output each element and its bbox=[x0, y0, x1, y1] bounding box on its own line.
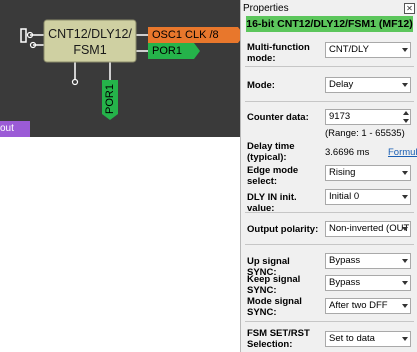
output-polarity-value: Non-inverted (OUT bbox=[329, 223, 410, 234]
block-label-line2: FSM1 bbox=[73, 43, 107, 57]
dly-in-label: DLY IN init. value: bbox=[247, 192, 297, 214]
fsm-label: FSM SET/RST Selection: bbox=[247, 328, 310, 350]
por-tag[interactable]: POR1 bbox=[148, 43, 194, 59]
formula-link[interactable]: Formul bbox=[388, 147, 417, 158]
mode-select[interactable]: Delay bbox=[325, 77, 411, 93]
schematic-canvas[interactable]: CNT12/DLY12/ FSM1 OSC1 CLK /8 POR1 POR1 … bbox=[0, 0, 240, 352]
chevron-down-icon bbox=[402, 195, 408, 199]
component-header: 16-bit CNT12/DLY12/FSM1 (MF12) bbox=[246, 16, 413, 32]
output-polarity-select[interactable]: Non-inverted (OUT bbox=[325, 221, 411, 237]
keep-sync-select[interactable]: Bypass bbox=[325, 275, 411, 291]
chevron-down-icon bbox=[402, 304, 408, 308]
properties-panel: Properties ✕ 16-bit CNT12/DLY12/FSM1 (MF… bbox=[240, 0, 417, 352]
chevron-down-icon bbox=[402, 281, 408, 285]
separator bbox=[245, 212, 414, 213]
fsm-value: Set to data bbox=[329, 333, 375, 344]
multi-function-select[interactable]: CNT/DLY bbox=[325, 42, 411, 58]
up-sync-select[interactable]: Bypass bbox=[325, 253, 411, 269]
up-sync-value: Bypass bbox=[329, 255, 361, 266]
mode-label: Mode: bbox=[247, 80, 275, 91]
mode-value: Delay bbox=[329, 79, 354, 90]
output-polarity-label: Output polarity: bbox=[247, 224, 319, 235]
edge-label: Edge mode select: bbox=[247, 165, 299, 187]
separator bbox=[245, 101, 414, 102]
block-label-line1: CNT12/DLY12/ bbox=[48, 27, 132, 41]
osc-clk-tag[interactable]: OSC1 CLK /8 bbox=[148, 27, 238, 43]
separator bbox=[245, 244, 414, 245]
edge-select[interactable]: Rising bbox=[325, 165, 411, 181]
separator bbox=[245, 321, 414, 322]
keep-sync-label: Keep signal SYNC: bbox=[247, 274, 301, 296]
fsm-select[interactable]: Set to data bbox=[325, 331, 411, 347]
chevron-down-icon bbox=[402, 171, 408, 175]
counter-value: 9173 bbox=[329, 111, 351, 122]
out-tag[interactable]: out bbox=[0, 121, 30, 137]
edge-value: Rising bbox=[329, 167, 356, 178]
keep-sync-value: Bypass bbox=[329, 277, 361, 288]
spin-up-icon[interactable] bbox=[403, 111, 409, 115]
multi-function-label: Multi-function mode: bbox=[247, 42, 310, 64]
chevron-down-icon bbox=[402, 337, 408, 341]
counter-spinbox[interactable]: 9173 bbox=[325, 109, 411, 125]
spin-down-icon[interactable] bbox=[403, 119, 409, 123]
mode-sync-value: After two DFF bbox=[329, 300, 388, 311]
counter-label: Counter data: bbox=[247, 112, 309, 123]
mode-sync-label: Mode signal SYNC: bbox=[247, 296, 302, 318]
block-label[interactable]: CNT12/DLY12/ FSM1 bbox=[44, 26, 136, 58]
separator bbox=[245, 66, 414, 67]
por-vertical-tag[interactable]: POR1 bbox=[102, 84, 118, 114]
chevron-down-icon bbox=[402, 83, 408, 87]
dly-in-select[interactable]: Initial 0 bbox=[325, 189, 411, 205]
chevron-down-icon bbox=[402, 259, 408, 263]
chevron-down-icon bbox=[402, 48, 408, 52]
multi-function-value: CNT/DLY bbox=[329, 44, 369, 55]
dly-in-value: Initial 0 bbox=[329, 191, 360, 202]
close-icon[interactable]: ✕ bbox=[404, 3, 415, 14]
schematic-area[interactable]: CNT12/DLY12/ FSM1 OSC1 CLK /8 POR1 POR1 … bbox=[0, 0, 240, 137]
delay-value: 3.6696 ms bbox=[325, 147, 370, 158]
mode-sync-select[interactable]: After two DFF bbox=[325, 298, 411, 314]
schematic-wires bbox=[20, 19, 240, 120]
chevron-down-icon bbox=[402, 227, 408, 231]
delay-label: Delay time (typical): bbox=[247, 141, 295, 163]
panel-title: Properties bbox=[243, 3, 289, 14]
counter-range: (Range: 1 - 65535) bbox=[325, 128, 405, 139]
